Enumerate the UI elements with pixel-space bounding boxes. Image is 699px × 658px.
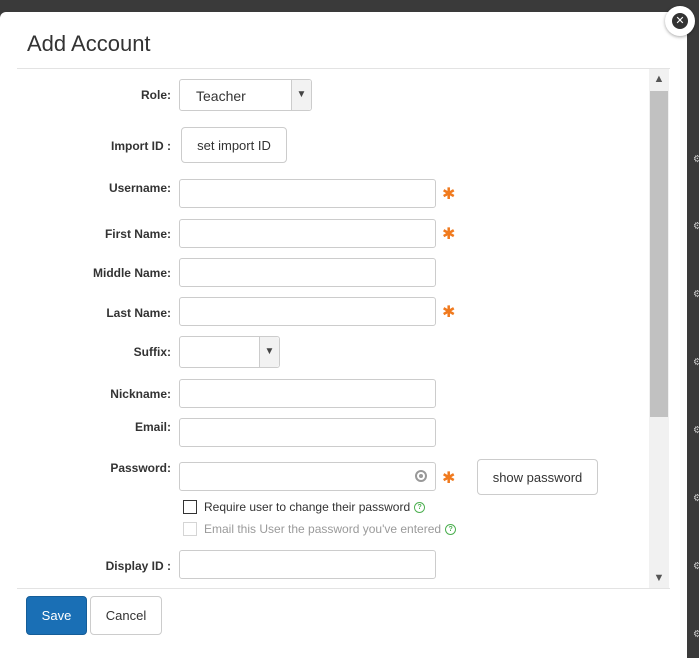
backdrop-gear-icon: ⚙ — [693, 426, 699, 436]
last-name-row: Last Name: ✱ — [17, 297, 637, 326]
role-row: Role: Teacher ▼ — [17, 79, 637, 111]
backdrop-gear-icon: ⚙ — [693, 562, 699, 572]
import-id-label: Import ID : — [111, 139, 171, 153]
middle-name-label: Middle Name: — [92, 266, 171, 280]
middle-name-input[interactable] — [179, 258, 436, 287]
username-input[interactable] — [179, 179, 436, 208]
chevron-down-icon[interactable]: ▼ — [649, 568, 669, 588]
required-marker: ✱ — [442, 470, 456, 487]
display-id-row: Display ID : — [17, 550, 637, 579]
show-password-button[interactable]: show password — [477, 459, 598, 495]
require-change-checkbox[interactable] — [183, 500, 197, 514]
chevron-down-icon: ▼ — [259, 337, 279, 367]
add-account-modal: Add Account ✕ Role: Teacher ▼ Import ID … — [0, 6, 695, 658]
backdrop-gear-icon: ⚙ — [693, 494, 699, 504]
modal-title: Add Account — [27, 31, 151, 56]
role-select[interactable]: Teacher ▼ — [179, 79, 312, 111]
display-id-input[interactable] — [179, 550, 436, 579]
backdrop-gear-icon: ⚙ — [693, 222, 699, 232]
backdrop-gear-icon: ⚙ — [693, 290, 699, 300]
backdrop-gear-icon: ⚙ — [693, 155, 699, 165]
suffix-row: Suffix: ▼ — [17, 336, 637, 368]
required-marker: ✱ — [442, 186, 456, 203]
first-name-label: First Name: — [104, 227, 171, 241]
nickname-label: Nickname: — [110, 387, 171, 401]
email-input[interactable] — [179, 418, 436, 447]
username-row: Username: ✱ — [17, 179, 637, 208]
close-button[interactable]: ✕ — [665, 6, 695, 36]
backdrop-gear-icon: ⚙ — [693, 630, 699, 640]
required-marker: ✱ — [442, 304, 456, 321]
password-row: Password: ✱ show password — [17, 459, 637, 498]
backdrop-gear-icon: ⚙ — [693, 358, 699, 368]
email-row: Email: — [17, 418, 637, 447]
email-password-row: Email this User the password you've ente… — [183, 522, 457, 536]
display-id-label: Display ID : — [105, 559, 171, 573]
require-change-row: Require user to change their password ? — [183, 500, 426, 514]
username-label: Username: — [108, 181, 171, 195]
set-import-id-button[interactable]: set import ID — [181, 127, 287, 163]
email-password-label: Email this User the password you've ente… — [204, 522, 442, 536]
save-button[interactable]: Save — [26, 596, 87, 635]
last-name-input[interactable] — [179, 297, 436, 326]
first-name-row: First Name: ✱ — [17, 219, 637, 248]
suffix-label: Suffix: — [133, 345, 171, 359]
require-change-label: Require user to change their password — [204, 500, 411, 514]
scrollbar[interactable]: ▲ ▼ — [649, 69, 669, 588]
help-icon[interactable]: ? — [445, 523, 457, 535]
password-label: Password: — [110, 461, 171, 475]
password-input[interactable] — [179, 462, 436, 491]
scrollbar-thumb[interactable] — [650, 91, 668, 417]
nickname-input[interactable] — [179, 379, 436, 408]
email-password-checkbox — [183, 522, 197, 536]
last-name-label: Last Name: — [106, 306, 171, 320]
first-name-input[interactable] — [179, 219, 436, 248]
suffix-select[interactable]: ▼ — [179, 336, 280, 368]
chevron-down-icon: ▼ — [291, 80, 311, 110]
middle-name-row: Middle Name: — [17, 258, 637, 287]
modal-header: Add Account ✕ — [0, 6, 695, 68]
form-scroll-area[interactable]: Role: Teacher ▼ Import ID : set import I… — [17, 68, 670, 589]
chevron-up-icon[interactable]: ▲ — [649, 69, 669, 89]
required-marker: ✱ — [442, 226, 456, 243]
nickname-row: Nickname: — [17, 379, 637, 408]
help-icon[interactable]: ? — [414, 501, 426, 513]
close-icon: ✕ — [672, 13, 688, 29]
cancel-button[interactable]: Cancel — [90, 596, 162, 635]
import-id-row: Import ID : set import ID — [17, 127, 637, 163]
role-label: Role: — [141, 88, 171, 102]
password-manager-icon[interactable] — [415, 470, 427, 482]
email-label: Email: — [134, 420, 171, 434]
role-selected-value: Teacher — [196, 88, 246, 104]
